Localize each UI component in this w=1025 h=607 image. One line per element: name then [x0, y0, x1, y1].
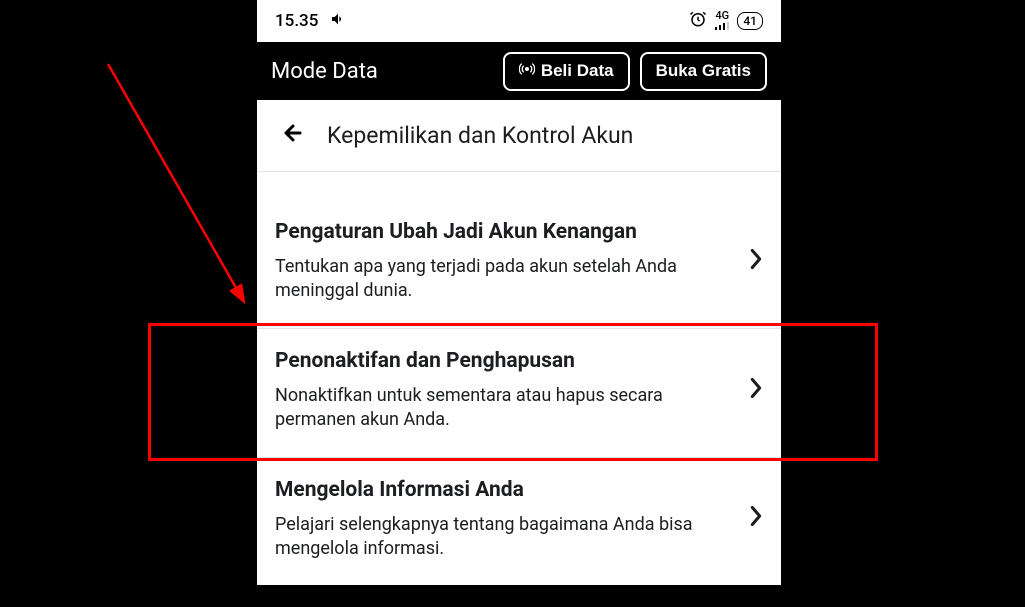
status-bar: 15.35 4G 41 [257, 0, 781, 42]
chevron-right-icon [741, 505, 763, 533]
page-title: Kepemilikan dan Kontrol Akun [327, 122, 633, 149]
mode-label: Mode Data [271, 59, 378, 84]
phone-frame: 15.35 4G 41 Mode Data Beli Data [257, 0, 781, 607]
open-free-button[interactable]: Buka Gratis [640, 52, 767, 91]
status-time: 15.35 [275, 11, 318, 31]
back-button[interactable] [281, 121, 305, 151]
item-desc: Nonaktifkan untuk sementara atau hapus s… [275, 384, 729, 433]
network-icon: 4G [715, 10, 729, 32]
item-title: Pengaturan Ubah Jadi Akun Kenangan [275, 220, 729, 245]
item-title: Mengelola Informasi Anda [275, 478, 729, 503]
mode-bar: Mode Data Beli Data Buka Gratis [257, 42, 781, 100]
list-item-deactivation-deletion[interactable]: Penonaktifan dan Penghapusan Nonaktifkan… [257, 329, 781, 458]
item-title: Penonaktifan dan Penghapusan [275, 349, 729, 374]
chevron-right-icon [741, 248, 763, 276]
buy-data-button[interactable]: Beli Data [503, 52, 630, 91]
battery-icon: 41 [737, 12, 763, 30]
volume-icon [330, 11, 346, 32]
chevron-right-icon [741, 377, 763, 405]
antenna-icon [519, 61, 535, 82]
item-desc: Pelajari selengkapnya tentang bagaimana … [275, 513, 729, 562]
item-desc: Tentukan apa yang terjadi pada akun sete… [275, 255, 729, 304]
alarm-icon [689, 10, 707, 33]
list-item-memorialization[interactable]: Pengaturan Ubah Jadi Akun Kenangan Tentu… [257, 200, 781, 329]
page-header: Kepemilikan dan Kontrol Akun [257, 100, 781, 172]
list-item-manage-information[interactable]: Mengelola Informasi Anda Pelajari seleng… [257, 458, 781, 586]
settings-list: Pengaturan Ubah Jadi Akun Kenangan Tentu… [257, 200, 781, 585]
